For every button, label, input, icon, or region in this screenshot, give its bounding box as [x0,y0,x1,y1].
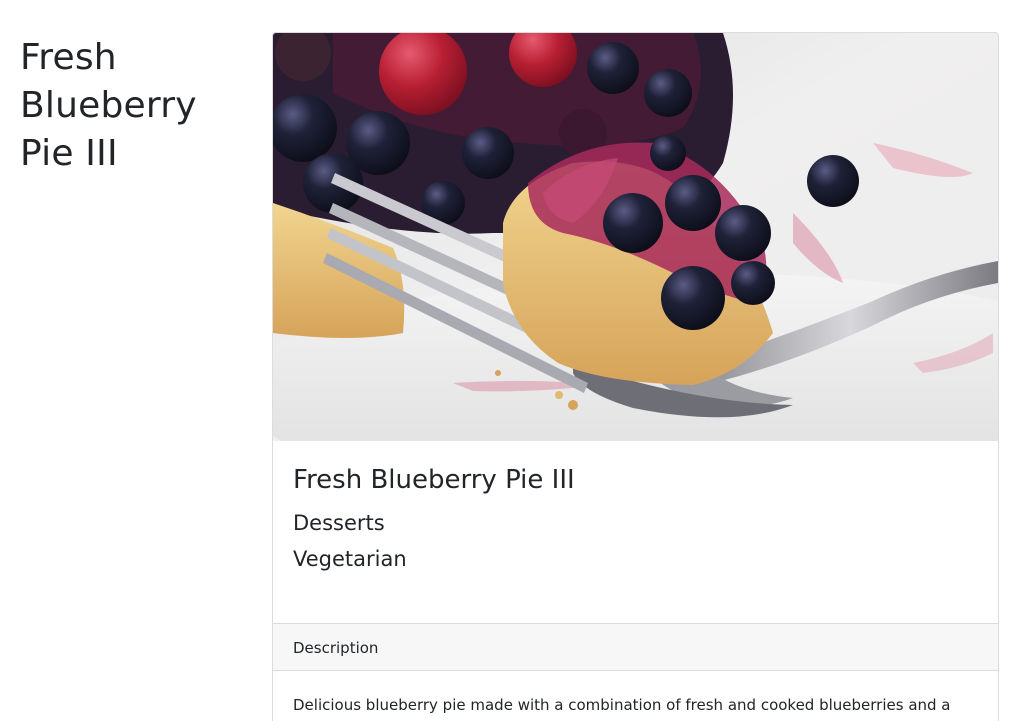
card-body: Fresh Blueberry Pie III Desserts Vegetar… [273,441,998,623]
page-title: Fresh Blueberry Pie III [20,37,197,174]
recipe-image [273,33,998,441]
description-text: Delicious blueberry pie made with a comb… [293,696,951,721]
recipe-card: Fresh Blueberry Pie III Desserts Vegetar… [272,32,999,721]
recipe-diet: Vegetarian [293,547,407,571]
page: Fresh Blueberry Pie III Fresh Blueberry … [0,0,1013,721]
description-header-label: Description [293,639,379,657]
recipe-category: Desserts [293,511,385,535]
recipe-title: Fresh Blueberry Pie III [293,465,575,495]
description-header: Description [273,623,998,671]
